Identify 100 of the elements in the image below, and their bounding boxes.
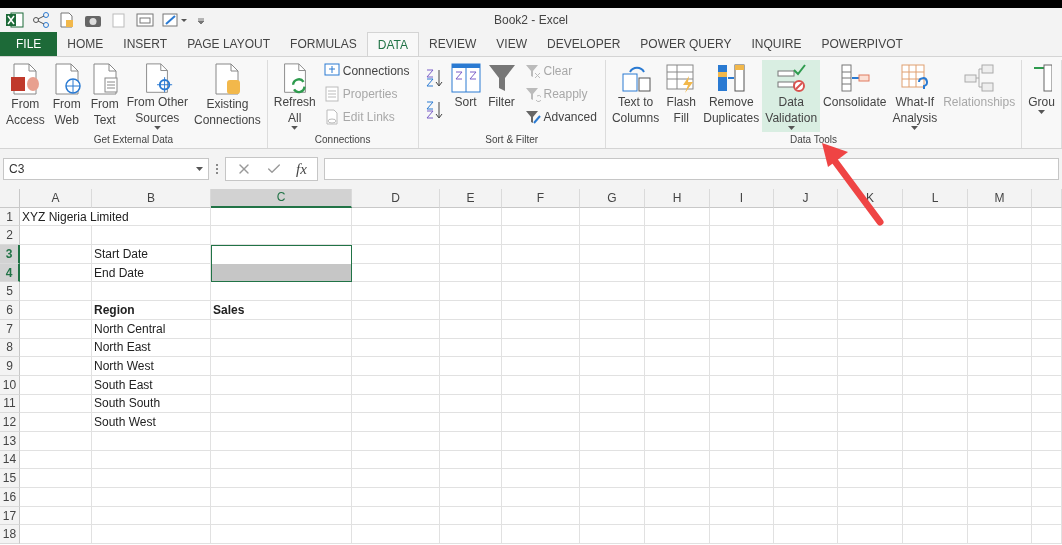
sheet-cell[interactable] [903,207,968,227]
sheet-cell[interactable] [502,488,580,507]
sheet-cell[interactable] [211,450,352,470]
sheet-cell[interactable] [440,226,502,246]
ribbon-button[interactable]: Advanced [522,106,599,128]
sheet-cell[interactable] [645,263,710,283]
sheet-cell[interactable] [92,506,211,526]
sheet-cell[interactable] [211,506,352,526]
row-header[interactable]: 15 [0,469,20,488]
sheet-cell[interactable] [580,413,645,432]
sheet-cell[interactable] [710,245,774,264]
sheet-cell[interactable] [502,394,580,414]
column-header[interactable]: D [352,189,440,208]
sheet-cell[interactable] [968,375,1032,395]
sheet-cell[interactable] [838,319,903,339]
sheet-cell[interactable] [774,282,838,302]
sheet-cell[interactable] [92,488,211,507]
column-header[interactable] [1032,189,1062,208]
sheet-cell[interactable] [211,282,352,302]
ribbon-tab[interactable]: FORMULAS [280,32,367,56]
sheet-cell[interactable] [211,469,352,488]
sheet-cell[interactable] [580,431,645,451]
sheet-cell[interactable] [580,319,645,339]
sheet-cell[interactable] [903,413,968,432]
row-header[interactable]: 5 [0,282,20,302]
sheet-cell[interactable]: North East [92,338,211,358]
sheet-cell[interactable] [352,319,440,339]
sheet-cell[interactable] [903,469,968,488]
ribbon-button[interactable]: Grou [1025,60,1058,132]
sheet-cell[interactable] [502,450,580,470]
ribbon-tab[interactable]: VIEW [486,32,537,56]
sheet-cell[interactable] [92,450,211,470]
sheet-cell[interactable] [502,282,580,302]
sheet-cell[interactable] [20,245,92,264]
ribbon-button[interactable]: Consolidate [820,60,890,132]
sheet-cell[interactable] [502,226,580,246]
sheet-cell[interactable] [645,338,710,358]
sheet-cell[interactable] [903,431,968,451]
sheet-cell[interactable] [710,506,774,526]
sheet-cell[interactable] [580,450,645,470]
sheet-cell[interactable] [20,525,92,545]
sheet-cell[interactable] [352,207,440,227]
sheet-cell[interactable] [440,207,502,227]
sheet-cell[interactable] [903,245,968,264]
sheet-cell[interactable]: XYZ Nigeria Limited [20,207,211,227]
sheet-cell[interactable] [580,207,645,227]
sheet-cell[interactable] [502,207,580,227]
ribbon-tab[interactable]: REVIEW [419,32,487,56]
sheet-cell[interactable] [968,245,1032,264]
sheet-cell[interactable] [1032,207,1062,227]
ribbon-tab[interactable]: FILE [0,32,58,56]
row-header[interactable]: 18 [0,525,20,545]
sheet-cell[interactable] [1032,226,1062,246]
sheet-cell[interactable] [903,394,968,414]
sheet-cell[interactable] [440,357,502,376]
sheet-cell[interactable] [580,245,645,264]
sheet-cell[interactable] [968,319,1032,339]
sheet-cell[interactable] [580,525,645,545]
sheet-cell[interactable] [838,245,903,264]
ribbon-button[interactable]: Refresh All [270,60,319,132]
row-header[interactable]: 9 [0,357,20,376]
ribbon-tab[interactable]: DATA [366,32,419,56]
sheet-cell[interactable] [352,469,440,488]
name-box[interactable]: C3 [3,158,209,180]
sheet-cell[interactable] [645,245,710,264]
sheet-cell[interactable] [838,413,903,432]
sheet-cell[interactable] [580,488,645,507]
sheet-cell[interactable] [903,319,968,339]
sheet-cell[interactable] [968,506,1032,526]
sheet-cell[interactable] [903,488,968,507]
sheet-cell[interactable] [710,207,774,227]
sheet-cell[interactable] [580,301,645,320]
sheet-cell[interactable] [352,488,440,507]
share-icon[interactable] [32,12,50,28]
sheet-cell[interactable] [211,488,352,507]
sheet-cell[interactable] [645,450,710,470]
column-header[interactable]: A [20,189,92,208]
sheet-cell[interactable] [580,282,645,302]
sheet-cell[interactable] [645,375,710,395]
sheet-cell[interactable] [645,525,710,545]
row-header[interactable]: 12 [0,413,20,432]
sheet-cell[interactable] [211,413,352,432]
column-header[interactable]: M [968,189,1032,208]
sheet-cell[interactable] [20,506,92,526]
sheet-cell[interactable] [645,488,710,507]
row-header[interactable]: 6 [0,301,20,320]
sheet-cell[interactable] [20,394,92,414]
sheet-cell[interactable] [968,525,1032,545]
sheet-cell[interactable] [352,338,440,358]
excel-logo-icon[interactable] [6,12,24,28]
sheet-cell[interactable] [968,394,1032,414]
sheet-cell[interactable] [440,375,502,395]
sheet-cell[interactable] [20,488,92,507]
sheet-cell[interactable] [838,301,903,320]
sheet-cell[interactable] [774,488,838,507]
sheet-cell[interactable] [20,263,92,283]
sheet-cell[interactable] [1032,319,1062,339]
sheet-cell[interactable] [903,506,968,526]
sheet-cell[interactable]: South West [92,413,211,432]
sheet-cell[interactable] [440,431,502,451]
